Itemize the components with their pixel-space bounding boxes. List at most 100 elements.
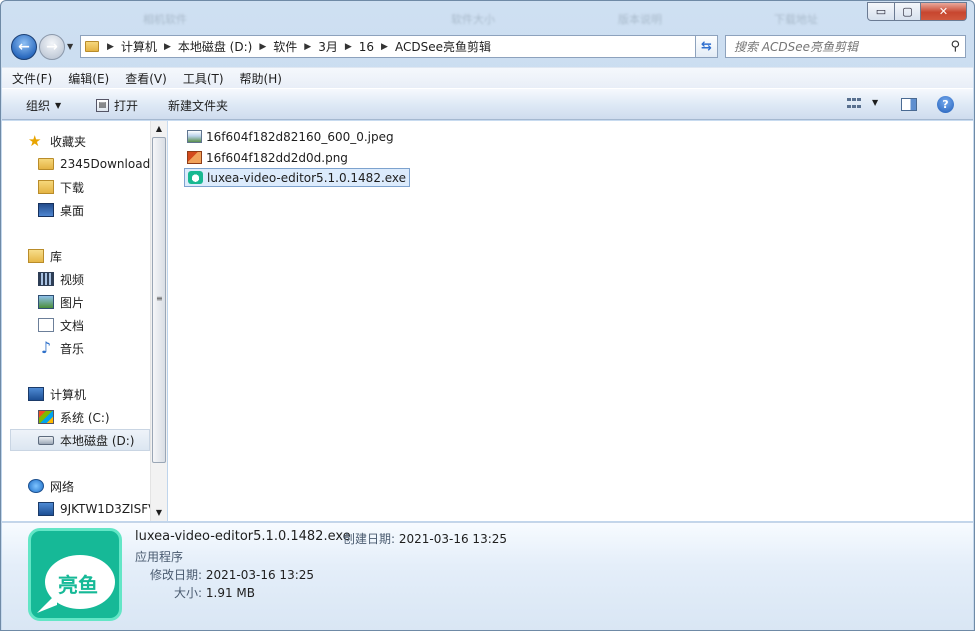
hard-drive-icon — [38, 435, 54, 445]
folder-icon — [38, 158, 54, 170]
breadcrumb-item[interactable]: 软件 — [273, 38, 297, 55]
command-bar: 组织 ▼ ▤ 打开 新建文件夹 ▼ ? — [2, 88, 973, 120]
back-button[interactable]: ← — [11, 34, 37, 60]
nav-pane-scrollbar[interactable]: ▲ ≡ ▼ — [150, 121, 167, 521]
nav-label: 下载 — [60, 180, 85, 195]
navigation-row: ← → ▼ ▶ 计算机 ▶ 本地磁盘 (D:) ▶ 软件 ▶ 3月 ▶ 16 ▶… — [1, 31, 974, 62]
chevron-right-icon[interactable]: ▶ — [259, 42, 266, 52]
minimize-button[interactable]: ▭ — [867, 2, 895, 21]
grip-icon: ≡ — [156, 294, 163, 303]
organize-button[interactable]: 组织 ▼ — [26, 97, 61, 114]
nav-label: 桌面 — [60, 203, 85, 218]
navigation-pane: ★ 收藏夹 2345Downloads 下载 桌面 库 视频 图片 文档 ♪ 音… — [2, 121, 167, 521]
help-icon[interactable]: ? — [937, 96, 954, 113]
pictures-library-icon — [38, 295, 54, 309]
breadcrumb-item[interactable]: 计算机 — [121, 38, 157, 55]
downloads-folder-icon — [38, 180, 54, 194]
breadcrumb-item[interactable]: 本地磁盘 (D:) — [178, 38, 252, 55]
scroll-down-icon[interactable]: ▼ — [151, 505, 167, 521]
title-bar[interactable]: 相机软件 软件大小 版本说明 下载地址 ▭ ▢ ✕ — [1, 1, 974, 27]
scrollbar-thumb[interactable]: ≡ — [152, 137, 166, 463]
chevron-right-icon[interactable]: ▶ — [381, 42, 388, 52]
details-pane: 亮鱼 luxea-video-editor5.1.0.1482.exe 应用程序… — [2, 522, 973, 630]
folder-icon — [85, 41, 99, 52]
created-value: 2021-03-16 13:25 — [398, 532, 508, 546]
maximize-icon: ▢ — [902, 5, 913, 18]
breadcrumb-item[interactable]: 16 — [359, 40, 374, 54]
menu-edit[interactable]: 编辑(E) — [62, 70, 115, 87]
file-item[interactable]: 16f604f182d82160_600_0.jpeg — [184, 127, 397, 146]
library-icon — [28, 249, 44, 263]
computer-icon — [28, 387, 44, 401]
address-bar[interactable]: ▶ 计算机 ▶ 本地磁盘 (D:) ▶ 软件 ▶ 3月 ▶ 16 ▶ ACDSe… — [80, 35, 718, 58]
open-label: 打开 — [114, 99, 139, 113]
chevron-down-icon: ▼ — [55, 101, 62, 110]
video-library-icon — [38, 272, 54, 286]
breadcrumb-item[interactable]: 3月 — [318, 38, 338, 55]
nav-label: 2345Downloads — [60, 157, 157, 171]
system-drive-icon — [38, 410, 54, 424]
music-note-icon: ♪ — [40, 338, 52, 357]
nav-label: 图片 — [60, 295, 85, 310]
change-view-icon[interactable] — [847, 98, 861, 110]
minimize-icon: ▭ — [875, 5, 887, 18]
detail-file-name: luxea-video-editor5.1.0.1482.exe — [135, 529, 351, 544]
chevron-right-icon[interactable]: ▶ — [304, 42, 311, 52]
open-button[interactable]: ▤ 打开 — [96, 97, 138, 114]
search-icon[interactable]: ⚲ — [950, 39, 960, 54]
close-button[interactable]: ✕ — [920, 2, 967, 21]
chevron-right-icon[interactable]: ▶ — [164, 42, 171, 52]
forward-arrow-icon: → — [46, 39, 58, 55]
desktop-icon — [38, 203, 54, 217]
new-folder-button[interactable]: 新建文件夹 — [168, 97, 228, 114]
breadcrumb: ▶ 计算机 ▶ 本地磁盘 (D:) ▶ 软件 ▶ 3月 ▶ 16 ▶ ACDSe… — [81, 36, 699, 57]
search-input[interactable] — [734, 39, 939, 54]
created-label: 创建日期: — [343, 532, 396, 546]
breadcrumb-item[interactable]: ACDSee亮鱼剪辑 — [395, 38, 491, 55]
image-file-icon — [187, 130, 202, 143]
modified-value: 2021-03-16 13:25 — [205, 568, 315, 582]
network-computer-icon — [38, 502, 54, 516]
app-logo-icon: 亮鱼 — [28, 528, 122, 621]
file-name: luxea-video-editor5.1.0.1482.exe — [207, 170, 407, 185]
scroll-up-icon[interactable]: ▲ — [151, 121, 167, 137]
nav-label: 计算机 — [50, 387, 87, 402]
file-item-selected[interactable]: luxea-video-editor5.1.0.1482.exe — [184, 168, 411, 187]
chevron-right-icon[interactable]: ▶ — [345, 42, 352, 52]
menu-file[interactable]: 文件(F) — [6, 70, 58, 87]
documents-library-icon — [38, 318, 54, 332]
view-options-dropdown-icon[interactable]: ▼ — [872, 98, 878, 107]
maximize-button[interactable]: ▢ — [894, 2, 921, 21]
back-arrow-icon: ← — [18, 39, 30, 55]
forward-button[interactable]: → — [39, 34, 65, 60]
close-icon: ✕ — [938, 5, 949, 18]
background-title-text: 版本说明 — [618, 13, 662, 26]
background-title-text: 软件大小 — [451, 13, 495, 26]
explorer-window: 相机软件 软件大小 版本说明 下载地址 ▭ ▢ ✕ ← → ▼ ▶ 计算机 ▶ … — [0, 0, 975, 631]
menu-help[interactable]: 帮助(H) — [234, 70, 288, 87]
history-dropdown-icon[interactable]: ▼ — [67, 42, 73, 51]
menu-bar: 文件(F) 编辑(E) 查看(V) 工具(T) 帮助(H) — [2, 67, 973, 88]
search-box[interactable]: ⚲ — [725, 35, 966, 58]
background-title-text: 相机软件 — [143, 13, 187, 26]
menu-view[interactable]: 查看(V) — [119, 70, 173, 87]
nav-label: 音乐 — [60, 341, 85, 356]
star-icon: ★ — [28, 132, 42, 150]
file-name: 16f604f182dd2d0d.png — [206, 150, 348, 165]
nav-label: 系统 (C:) — [60, 410, 110, 425]
new-folder-label: 新建文件夹 — [168, 99, 229, 113]
nav-label: 网络 — [50, 479, 75, 494]
open-icon: ▤ — [96, 99, 109, 112]
modified-label: 修改日期: — [150, 568, 203, 582]
file-item[interactable]: 16f604f182dd2d0d.png — [184, 148, 351, 167]
size-label: 大小: — [174, 586, 203, 600]
nav-label: 收藏夹 — [50, 134, 87, 149]
detail-modified: 修改日期: 2021-03-16 13:25 — [150, 566, 314, 583]
menu-tools[interactable]: 工具(T) — [177, 70, 230, 87]
detail-file-type: 应用程序 — [135, 550, 184, 564]
refresh-button[interactable]: ⇆ — [695, 35, 718, 58]
preview-pane-icon[interactable] — [901, 98, 917, 111]
app-exe-icon — [188, 171, 203, 184]
chevron-right-icon[interactable]: ▶ — [107, 42, 114, 52]
background-title-text: 下载地址 — [774, 13, 818, 26]
